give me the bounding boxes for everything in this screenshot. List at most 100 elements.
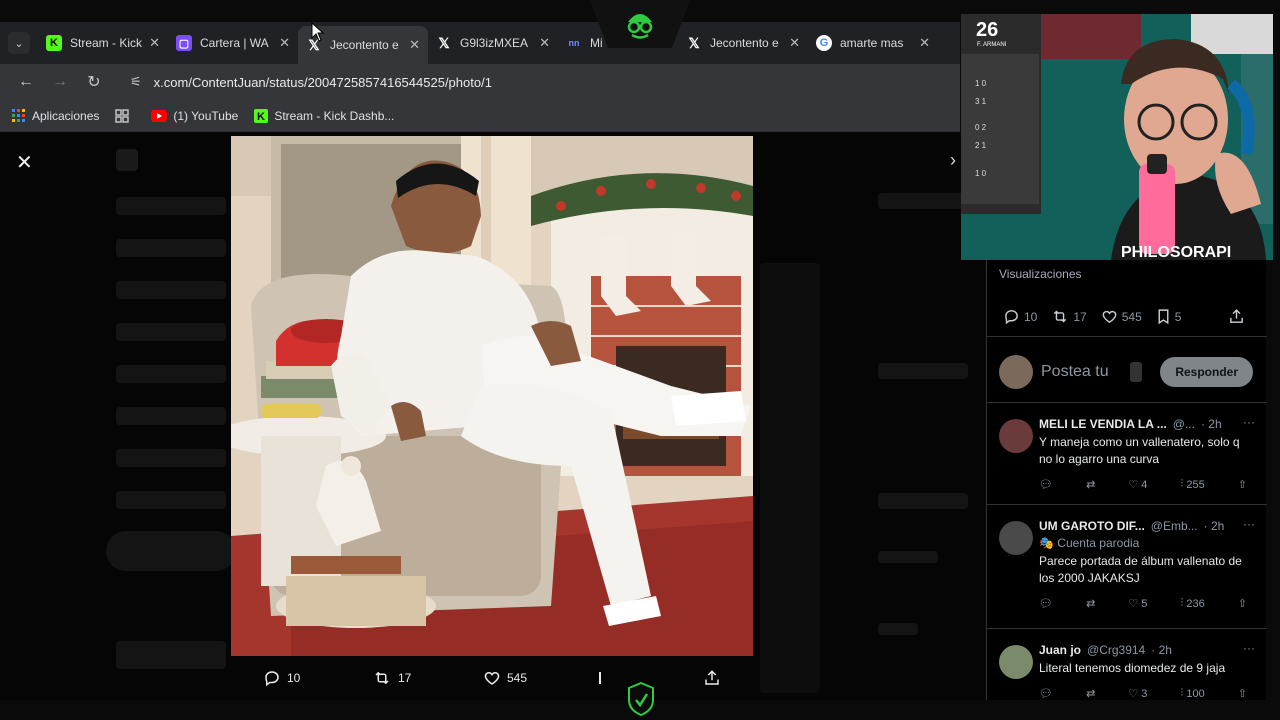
like-button[interactable]: ♡ 5 [1128, 597, 1147, 611]
bookmark-label: (1) YouTube [173, 108, 239, 123]
close-tab-icon[interactable]: ✕ [789, 35, 800, 51]
next-photo-icon[interactable]: › [950, 150, 956, 171]
heart-icon [1102, 310, 1117, 324]
bookmark-apps[interactable]: Aplicaciones [12, 108, 100, 123]
views-button[interactable]: ⫶ 255 [1181, 478, 1205, 491]
ghost-sidebar-item [116, 449, 226, 467]
reply-handle[interactable]: @Crg3914 [1087, 643, 1145, 657]
like-button[interactable]: ♡ 4 [1128, 478, 1147, 492]
photo-views-button[interactable] [595, 670, 611, 686]
reply-icon[interactable]: 💬︎ [1039, 478, 1053, 491]
tab-search-dropdown[interactable]: ⌄ [8, 32, 30, 54]
close-tab-icon[interactable]: ✕ [539, 35, 550, 51]
tab-jecontento-2[interactable]: 𝕏 Jecontento e ✕ [678, 26, 808, 60]
forward-icon[interactable]: → [46, 68, 74, 96]
bookmark-label: Aplicaciones [32, 108, 100, 123]
tweet-photo[interactable] [231, 136, 753, 656]
share-icon[interactable]: ⇧ [1238, 478, 1247, 491]
back-icon[interactable]: ← [12, 68, 40, 96]
views-button[interactable]: ⫶ 236 [1181, 597, 1205, 610]
ghost-sidebar-item [116, 323, 226, 341]
mi-icon: nn [568, 38, 580, 48]
reply-input[interactable]: Postea tu [1041, 363, 1130, 381]
bookmark-youtube[interactable]: (1) YouTube [151, 109, 238, 123]
close-modal-icon[interactable]: ✕ [16, 150, 33, 175]
tab-title: Jecontento e [330, 38, 399, 52]
reply-icon[interactable]: 💬︎ [1039, 687, 1053, 700]
photo-repost-button[interactable]: 17 [372, 669, 411, 687]
ghost-sidebar-item [116, 197, 226, 215]
stat-replies[interactable]: 10 [1003, 308, 1037, 325]
repost-count: 17 [398, 671, 412, 685]
share-icon[interactable]: ⇧ [1238, 687, 1247, 700]
reply-author-name[interactable]: UM GAROTO DIF... [1039, 519, 1145, 533]
reload-icon[interactable]: ↻ [80, 68, 108, 96]
reply-item[interactable]: UM GAROTO DIF... @Emb... · 2h ··· 🎭 Cuen… [987, 509, 1267, 629]
tab-cartera[interactable]: ▢ Cartera | WA ✕ [168, 26, 298, 60]
share-icon[interactable]: ⇧ [1238, 597, 1247, 610]
repost-icon [1054, 310, 1067, 323]
bookmarks-bar: Aplicaciones (1) YouTube K Stream - Kick… [0, 100, 960, 132]
bookmark-label: Stream - Kick Dashb... [274, 108, 395, 123]
like-count: 545 [507, 671, 528, 685]
stat-share[interactable] [1228, 308, 1249, 325]
reply-submit-button[interactable]: Responder [1160, 356, 1253, 387]
bookmark-grid[interactable] [115, 108, 135, 123]
tab-google[interactable]: G amarte mas ✕ [808, 26, 938, 60]
grid-icon [115, 108, 130, 123]
reply-actions: 💬︎ ⇄ ♡ 4 ⫶ 255 ⇧ [1039, 478, 1255, 491]
more-options-icon[interactable]: ··· [1243, 641, 1255, 655]
ghost-sidebar-item [116, 365, 226, 383]
more-options-icon[interactable]: ··· [1243, 415, 1255, 429]
reply-text: Literal tenemos diomedez de 9 jaja [1039, 661, 1226, 675]
tab-g9l3[interactable]: 𝕏 G9l3izMXEA ✕ [428, 26, 558, 60]
share-icon [1230, 309, 1243, 323]
stat-likes[interactable]: 545 [1101, 308, 1142, 325]
stat-bookmarks[interactable]: 5 [1156, 308, 1182, 325]
repost-icon[interactable]: ⇄ [1086, 478, 1095, 491]
site-settings-icon[interactable]: ⚟ [130, 74, 142, 90]
ghost-sidebar-logo [116, 149, 138, 171]
stat-value: 5 [1174, 309, 1182, 324]
reply-icon [1005, 310, 1018, 325]
reply-author-name[interactable]: MELI LE VENDIA LA ... [1039, 417, 1167, 431]
views-count: 236 [1186, 597, 1205, 610]
shirt-text: PHILOSORAPI [1121, 244, 1231, 260]
poster-text: F. ARMANI [977, 42, 1007, 48]
tab-stream-kick[interactable]: K Stream - Kick ✕ [38, 26, 168, 60]
shield-logo-icon [628, 682, 654, 716]
ghost-right-item [878, 193, 968, 209]
reply-handle[interactable]: @Emb... [1151, 519, 1198, 533]
kick-icon: K [254, 108, 269, 123]
like-button[interactable]: ♡ 3 [1128, 687, 1147, 701]
avatar [999, 645, 1033, 679]
reply-item[interactable]: Juan jo @Crg3914 · 2h ··· Literal tenemo… [987, 633, 1267, 720]
url-field[interactable]: ⚟ x.com/ContentJuan/status/2004725857416… [122, 68, 960, 96]
more-options-icon[interactable]: ··· [1243, 517, 1255, 531]
tab-title: Jecontento e [710, 36, 779, 50]
ghost-post-button [106, 531, 236, 571]
bookmark-kick[interactable]: K Stream - Kick Dashb... [254, 108, 395, 123]
reply-item[interactable]: MELI LE VENDIA LA ... @... · 2h ··· Y ma… [987, 407, 1267, 505]
share-icon [705, 670, 719, 685]
close-tab-icon[interactable]: ✕ [919, 35, 930, 51]
photo-reply-button[interactable]: 10 [263, 669, 300, 687]
emoji-icon[interactable] [1130, 361, 1143, 382]
mascot-glasses-icon [627, 14, 653, 39]
repost-icon[interactable]: ⇄ [1086, 687, 1095, 700]
stat-reposts[interactable]: 17 [1051, 308, 1087, 325]
repost-icon[interactable]: ⇄ [1086, 597, 1095, 610]
views-icon [599, 672, 601, 684]
close-tab-icon[interactable]: ✕ [149, 35, 160, 51]
views-button[interactable]: ⫶ 100 [1181, 687, 1205, 700]
photo-share-button[interactable] [703, 669, 727, 687]
reply-icon[interactable]: 💬︎ [1039, 597, 1053, 610]
photo-illustration [231, 136, 753, 656]
tab-title: Stream - Kick [70, 36, 143, 50]
reply-author-name[interactable]: Juan jo [1039, 643, 1081, 657]
close-tab-icon[interactable]: ✕ [279, 35, 290, 51]
close-tab-icon[interactable]: ✕ [409, 37, 420, 53]
photo-like-button[interactable]: 545 [483, 669, 527, 687]
reply-handle[interactable]: @... [1173, 417, 1195, 431]
avatar [999, 419, 1033, 453]
